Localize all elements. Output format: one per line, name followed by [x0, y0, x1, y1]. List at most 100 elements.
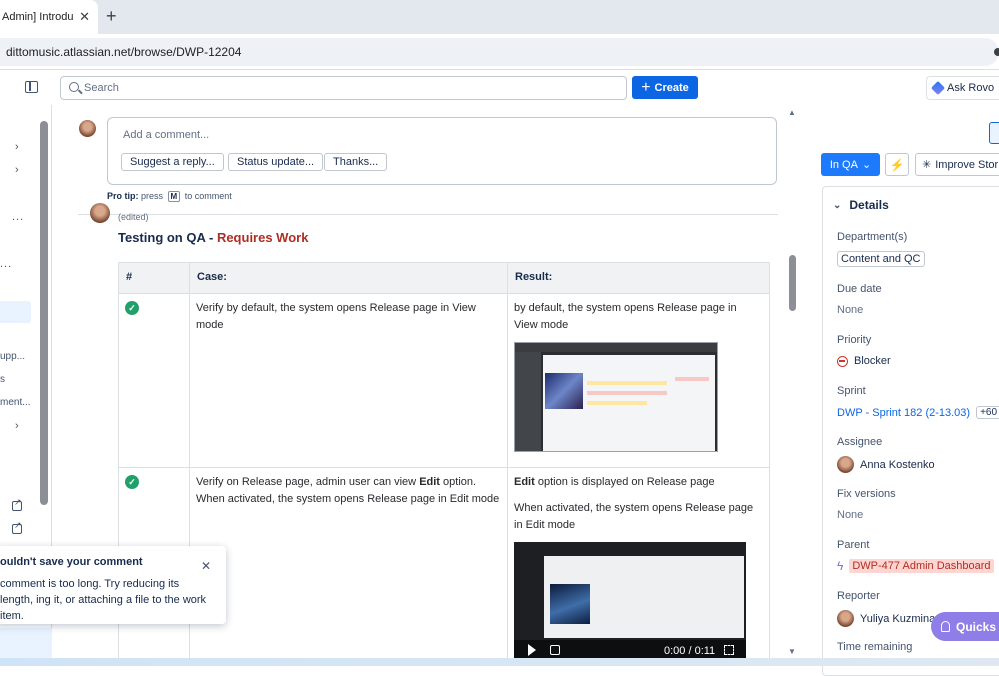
priority-value[interactable]: Blocker [837, 355, 891, 367]
screenshot-browser-bar [515, 343, 717, 352]
external-link-icon[interactable] [12, 520, 22, 534]
sidebar-item-label[interactable]: s [0, 374, 5, 385]
url-text: dittomusic.atlassian.net/browse/DWP-1220… [6, 45, 242, 59]
details-card: ⌄ Details Department(s) Content and QC D… [822, 186, 999, 676]
pro-tip-text: press [141, 191, 164, 201]
screenshot-artwork [545, 373, 583, 409]
fullscreen-icon[interactable] [724, 645, 734, 655]
avatar [90, 203, 110, 223]
thanks-chip[interactable]: Thanks... [324, 153, 388, 171]
automation-button[interactable]: ⚡ [885, 153, 909, 176]
case-cell: Verify on Release page, admin user can v… [189, 467, 508, 666]
quickstart-label: Quicks [956, 619, 997, 634]
browser-tab[interactable]: Admin] Introduc ✕ [0, 0, 98, 34]
sidebar-item-label[interactable]: ment... [0, 397, 31, 408]
ask-rovo-button[interactable]: Ask Rovo [926, 76, 999, 100]
create-button[interactable]: + Create [632, 76, 698, 99]
search-input[interactable] [84, 80, 584, 96]
address-bar: dittomusic.atlassian.net/browse/DWP-1220… [0, 34, 999, 70]
browser-tab-bar: Admin] Introduc ✕ + [0, 0, 999, 34]
parent-value[interactable]: ϟ DWP-477 Admin Dashboard [837, 559, 994, 573]
browser-tab-title: Admin] Introduc [2, 11, 74, 23]
improve-story-button[interactable]: ✳ Improve Stor [915, 153, 999, 176]
comment-heading-main: Testing on QA - [118, 230, 217, 245]
issue-details-panel: In QA ⌄ ⚡ ✳ Improve Stor ⌄ Details Depar… [798, 105, 999, 676]
chevron-down-icon: ⌄ [833, 199, 842, 211]
sidebar-toggle-icon[interactable] [25, 81, 38, 93]
more-icon[interactable]: ... [12, 211, 24, 223]
url-field[interactable]: dittomusic.atlassian.net/browse/DWP-1220… [0, 38, 999, 66]
fix-versions-value[interactable]: None [837, 509, 863, 521]
comment-editor[interactable]: Add a comment... Suggest a reply... Stat… [107, 117, 777, 185]
screenshot-highlight [587, 401, 647, 405]
reporter-value[interactable]: Yuliya Kuzmina [837, 610, 935, 627]
parent-link[interactable]: DWP-477 Admin Dashboard [849, 559, 994, 573]
time-remaining-label: Time remaining [837, 641, 913, 653]
main-scrollbar[interactable] [789, 255, 796, 311]
assignee-label: Assignee [837, 436, 883, 448]
sidebar-item-label[interactable]: upp... [0, 351, 25, 362]
new-tab-button[interactable]: + [106, 6, 117, 26]
details-header[interactable]: ⌄ Details [833, 198, 889, 212]
suggest-reply-chip[interactable]: Suggest a reply... [121, 153, 224, 171]
scroll-down-icon[interactable]: ▼ [788, 647, 796, 656]
improve-story-label: Improve Stor [935, 158, 999, 171]
search-box[interactable] [60, 76, 627, 100]
parent-label: Parent [837, 539, 870, 551]
sidebar-scrollbar[interactable] [40, 121, 48, 505]
reporter-label: Reporter [837, 590, 880, 602]
video-player[interactable]: 0:00 / 0:11 [514, 542, 746, 660]
screenshot-highlight [675, 377, 709, 381]
result-cell: Edit option is displayed on Release page… [507, 467, 770, 666]
profile-icon[interactable] [994, 48, 999, 56]
edited-label: (edited) [118, 212, 149, 222]
comment-heading-status: Requires Work [216, 230, 309, 245]
priority-label: Priority [837, 334, 872, 346]
volume-icon[interactable] [550, 645, 560, 655]
external-link-icon[interactable] [12, 497, 22, 511]
avatar [837, 456, 854, 473]
sprint-more-badge[interactable]: +60 [976, 406, 999, 419]
case-text: Verify on Release page, admin user can v… [196, 476, 420, 488]
more-icon[interactable]: ... [0, 258, 12, 270]
avatar [79, 120, 96, 137]
sprint-value[interactable]: DWP - Sprint 182 (2-13.03) +60 [837, 406, 999, 419]
screenshot-thumbnail[interactable] [514, 342, 718, 452]
result-cell: by default, the system opens Release pag… [507, 293, 770, 468]
fix-versions-label: Fix versions [837, 488, 896, 500]
avatar [837, 610, 854, 627]
toast-title: ouldn't save your comment [0, 556, 143, 568]
chevron-right-icon[interactable]: › [15, 420, 19, 432]
chevron-right-icon[interactable]: › [15, 141, 19, 153]
status-label: In QA [829, 158, 858, 171]
play-icon[interactable] [528, 644, 536, 656]
comment-placeholder[interactable]: Add a comment... [123, 129, 209, 141]
close-icon[interactable]: ✕ [201, 559, 211, 573]
column-header: # [118, 262, 190, 294]
comment-heading: Testing on QA - Requires Work [118, 230, 308, 245]
sidebar-bottom-item[interactable] [0, 628, 52, 658]
sprint-link[interactable]: DWP - Sprint 182 (2-13.03) [837, 407, 970, 419]
assignee-value[interactable]: Anna Kostenko [837, 456, 935, 473]
panel-action-button[interactable] [989, 122, 999, 144]
scroll-up-icon[interactable]: ▲ [788, 108, 796, 117]
lightning-icon: ⚡ [889, 157, 905, 172]
status-dropdown[interactable]: In QA ⌄ [821, 153, 880, 176]
quickstart-button[interactable]: Quicks [931, 612, 999, 641]
status-cell: ✓ [118, 293, 190, 468]
table-header-row: # Case: Result: [118, 262, 770, 294]
chevron-right-icon[interactable]: › [15, 164, 19, 176]
sparkle-icon: ✳ [922, 159, 932, 171]
search-icon [69, 82, 79, 92]
toast-message: comment is too long. Try reducing its le… [0, 578, 207, 622]
sidebar-item-selected[interactable] [0, 301, 31, 323]
case-cell: Verify by default, the system opens Rele… [189, 293, 508, 468]
result-text: by default, the system opens Release pag… [514, 302, 737, 331]
department-value[interactable]: Content and QC [837, 251, 925, 267]
video-frame-artwork [550, 584, 590, 624]
close-tab-icon[interactable]: ✕ [79, 9, 90, 25]
status-update-chip[interactable]: Status update... [228, 153, 324, 171]
check-circle-icon: ✓ [125, 475, 139, 489]
due-date-value[interactable]: None [837, 304, 863, 316]
os-taskbar-edge [0, 658, 999, 666]
